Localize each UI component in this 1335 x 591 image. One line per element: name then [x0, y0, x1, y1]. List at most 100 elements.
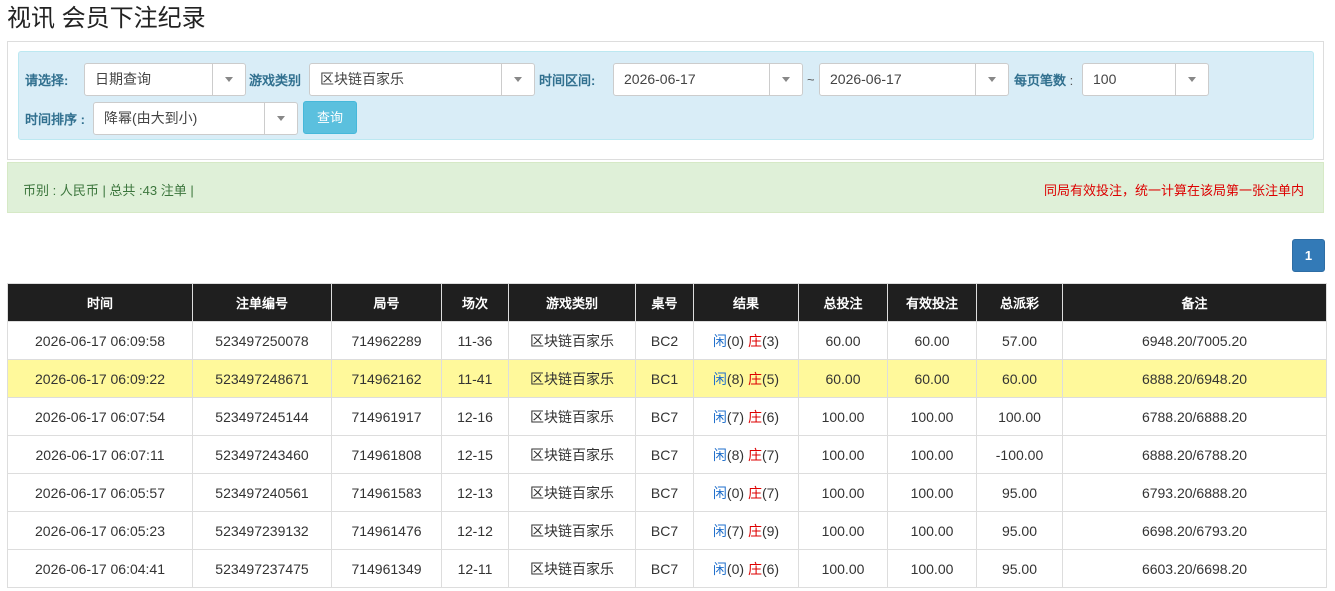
per-page-label: 每页笔数 :: [1014, 73, 1073, 89]
query-button[interactable]: 查询: [303, 101, 357, 134]
cell-session: 11-36: [441, 321, 509, 360]
player-score: (0): [726, 332, 745, 349]
banker-label: 庄: [747, 332, 762, 349]
query-type-select[interactable]: 日期查询: [84, 63, 246, 96]
cell-note: 6948.20/7005.20: [1062, 321, 1327, 360]
player-label: 闲: [712, 560, 727, 577]
cell-bet-id: 523497239132: [192, 511, 332, 550]
cell-session: 12-15: [441, 435, 509, 474]
cell-table: BC7: [635, 397, 694, 436]
cell-result: 闲(0) 庄(6): [693, 549, 799, 588]
cell-game: 区块链百家乐: [508, 397, 636, 436]
cell-payout: 57.00: [976, 321, 1063, 360]
header-valid-bet: 有效投注: [887, 283, 977, 322]
player-label: 闲: [712, 370, 727, 387]
cell-bet-id: 523497243460: [192, 435, 332, 474]
date-from-value: 2026-06-17: [624, 71, 696, 87]
player-score: (0): [726, 484, 745, 501]
header-game: 游戏类别: [508, 283, 636, 322]
header-session: 场次: [441, 283, 509, 322]
cell-bet-id: 523497250078: [192, 321, 332, 360]
range-separator: ~: [807, 72, 815, 87]
cell-payout: 95.00: [976, 511, 1063, 550]
cell-total-bet-link[interactable]: 60.00: [798, 359, 888, 398]
per-page-value: 100: [1093, 71, 1117, 87]
select-label: 请选择:: [25, 73, 69, 88]
banker-score: (3): [761, 332, 780, 349]
banker-label: 庄: [747, 560, 762, 577]
cell-result: 闲(8) 庄(7): [693, 435, 799, 474]
cell-payout: 95.00: [976, 473, 1063, 512]
player-score: (8): [726, 446, 745, 463]
cell-round: 714962289: [331, 321, 442, 360]
page-button[interactable]: 1: [1292, 239, 1325, 272]
cell-time: 2026-06-17 06:09:22: [7, 359, 193, 398]
bet-records-table: 时间 注单编号 局号 场次 游戏类别 桌号 结果 总投注 有效投注 总派彩 备注…: [7, 283, 1327, 588]
banker-label: 庄: [747, 446, 762, 463]
date-to-value: 2026-06-17: [830, 71, 902, 87]
cell-table: BC7: [635, 435, 694, 474]
cell-table: BC7: [635, 549, 694, 588]
banker-label: 庄: [747, 370, 762, 387]
cell-valid-bet: 100.00: [887, 473, 977, 512]
cell-valid-bet: 100.00: [887, 435, 977, 474]
filter-panel: 请选择: 日期查询 游戏类别 区块链百家乐 时间区间: 2026-06-17 ~…: [7, 41, 1324, 160]
cell-time: 2026-06-17 06:04:41: [7, 549, 193, 588]
date-from-select[interactable]: 2026-06-17: [613, 63, 803, 96]
cell-time: 2026-06-17 06:09:58: [7, 321, 193, 360]
player-label: 闲: [712, 484, 727, 501]
game-type-label: 游戏类别: [249, 73, 302, 88]
cell-session: 12-12: [441, 511, 509, 550]
cell-result: 闲(7) 庄(9): [693, 511, 799, 550]
cell-bet-id: 523497237475: [192, 549, 332, 588]
header-payout: 总派彩: [976, 283, 1063, 322]
player-score: (7): [726, 522, 745, 539]
cell-table: BC2: [635, 321, 694, 360]
table-row: 2026-06-17 06:09:58 523497250078 7149622…: [7, 321, 1327, 360]
banker-score: (6): [761, 560, 780, 577]
notice-text: 同局有效投注，统一计算在该局第一张注单内: [1043, 183, 1304, 198]
filter-form: 请选择: 日期查询 游戏类别 区块链百家乐 时间区间: 2026-06-17 ~…: [18, 51, 1314, 140]
table-row: 2026-06-17 06:07:54 523497245144 7149619…: [7, 397, 1327, 436]
cell-total-bet-link[interactable]: 60.00: [798, 321, 888, 360]
cell-time: 2026-06-17 06:07:11: [7, 435, 193, 474]
cell-total-bet-link[interactable]: 100.00: [798, 511, 888, 550]
chevron-down-icon: [212, 64, 245, 95]
page-title: 视讯 会员下注纪录: [7, 5, 206, 32]
cell-note: 6888.20/6948.20: [1062, 359, 1327, 398]
cell-total-bet-link[interactable]: 100.00: [798, 397, 888, 436]
player-score: (7): [726, 408, 745, 425]
banker-score: (9): [761, 522, 780, 539]
cell-valid-bet: 100.00: [887, 397, 977, 436]
cell-payout-negative: -100.00: [976, 435, 1063, 474]
per-page-separator: :: [1069, 73, 1074, 88]
cell-total-bet-link[interactable]: 100.00: [798, 435, 888, 474]
chevron-down-icon: [1175, 64, 1208, 95]
cell-note: 6793.20/6888.20: [1062, 473, 1327, 512]
date-to-select[interactable]: 2026-06-17: [819, 63, 1009, 96]
cell-total-bet-link[interactable]: 100.00: [798, 549, 888, 588]
header-total-bet: 总投注: [798, 283, 888, 322]
cell-note: 6603.20/6698.20: [1062, 549, 1327, 588]
per-page-select[interactable]: 100: [1082, 63, 1209, 96]
game-type-value: 区块链百家乐: [320, 71, 404, 87]
header-time: 时间: [7, 283, 193, 322]
sort-order-value: 降幂(由大到小): [104, 110, 198, 126]
banker-score: (5): [761, 370, 780, 387]
cell-total-bet-link[interactable]: 100.00: [798, 473, 888, 512]
banker-score: (6): [761, 408, 780, 425]
cell-result: 闲(0) 庄(7): [693, 473, 799, 512]
chevron-down-icon: [975, 64, 1008, 95]
cell-note: 6698.20/6793.20: [1062, 511, 1327, 550]
header-round: 局号: [331, 283, 442, 322]
banker-label: 庄: [747, 522, 762, 539]
header-result: 结果: [693, 283, 799, 322]
sort-label: 时间排序 :: [25, 112, 85, 127]
cell-time: 2026-06-17 06:05:23: [7, 511, 193, 550]
header-note: 备注: [1062, 283, 1327, 322]
cell-payout: 60.00: [976, 359, 1063, 398]
chevron-down-icon: [264, 103, 297, 134]
cell-game: 区块链百家乐: [508, 359, 636, 398]
game-type-select[interactable]: 区块链百家乐: [309, 63, 535, 96]
sort-order-select[interactable]: 降幂(由大到小): [93, 102, 298, 135]
